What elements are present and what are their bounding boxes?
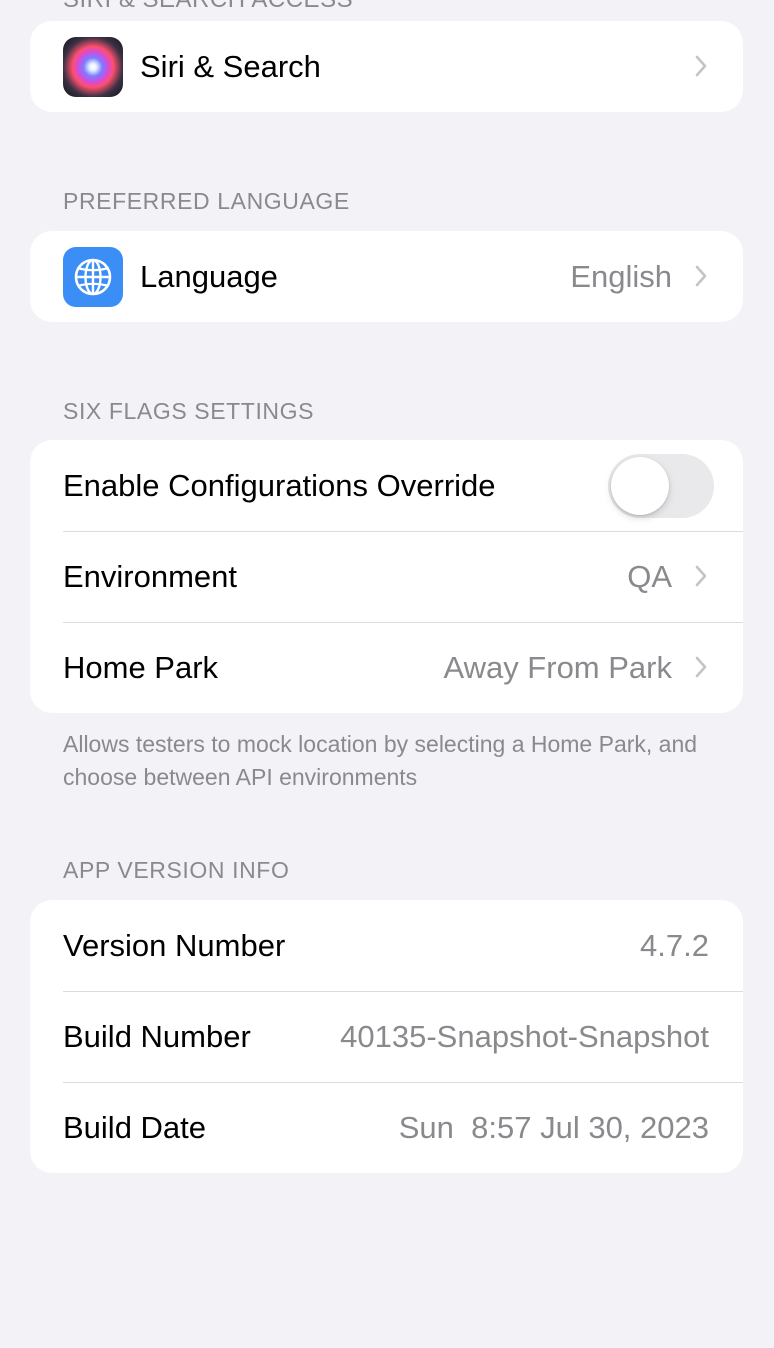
build-date-label: Build Date (63, 1109, 207, 1145)
version-number-row: Version Number 4.7.2 (30, 900, 743, 991)
language-label: Language (140, 258, 278, 294)
language-row[interactable]: Language English (30, 231, 743, 322)
build-date-value: Sun 8:57 Jul 30, 2023 (398, 1109, 709, 1145)
preferred-language-header: PREFERRED LANGUAGE (63, 188, 350, 214)
app-version-info-card: Version Number 4.7.2 Build Number 40135-… (30, 900, 743, 1173)
configurations-override-toggle[interactable] (608, 454, 714, 518)
environment-row[interactable]: Environment QA (30, 531, 743, 622)
language-value: English (570, 258, 672, 294)
chevron-right-icon (695, 565, 707, 587)
globe-icon (63, 247, 123, 307)
siri-search-row[interactable]: Siri & Search (30, 21, 743, 112)
home-park-row[interactable]: Home Park Away From Park (30, 622, 743, 713)
six-flags-settings-footnote: Allows testers to mock location by selec… (63, 731, 698, 790)
siri-icon (63, 37, 123, 97)
chevron-right-icon (695, 55, 707, 77)
six-flags-settings-card: Enable Configurations Override Environme… (30, 440, 743, 713)
environment-label: Environment (63, 558, 238, 594)
language-card: Language English (30, 231, 743, 322)
version-number-label: Version Number (63, 927, 286, 963)
siri-search-card: Siri & Search (30, 21, 743, 112)
build-number-label: Build Number (63, 1018, 251, 1054)
home-park-value: Away From Park (443, 649, 672, 685)
six-flags-settings-header: SIX FLAGS SETTINGS (63, 398, 315, 424)
enable-configurations-override-row: Enable Configurations Override (30, 440, 743, 531)
build-date-row: Build Date Sun 8:57 Jul 30, 2023 (30, 1082, 743, 1173)
home-park-label: Home Park (63, 649, 219, 685)
build-number-row: Build Number 40135-Snapshot-Snapshot (30, 991, 743, 1082)
siri-search-label: Siri & Search (140, 48, 321, 84)
app-version-info-header: APP VERSION INFO (63, 857, 290, 883)
environment-value: QA (627, 558, 672, 594)
build-number-value: 40135-Snapshot-Snapshot (340, 1018, 709, 1054)
chevron-right-icon (695, 656, 707, 678)
toggle-knob (611, 457, 669, 515)
enable-configurations-override-label: Enable Configurations Override (63, 467, 496, 503)
previous-section-header: SIRI & SEARCH ACCESS (63, 0, 353, 14)
chevron-right-icon (695, 265, 707, 287)
version-number-value: 4.7.2 (640, 927, 709, 963)
